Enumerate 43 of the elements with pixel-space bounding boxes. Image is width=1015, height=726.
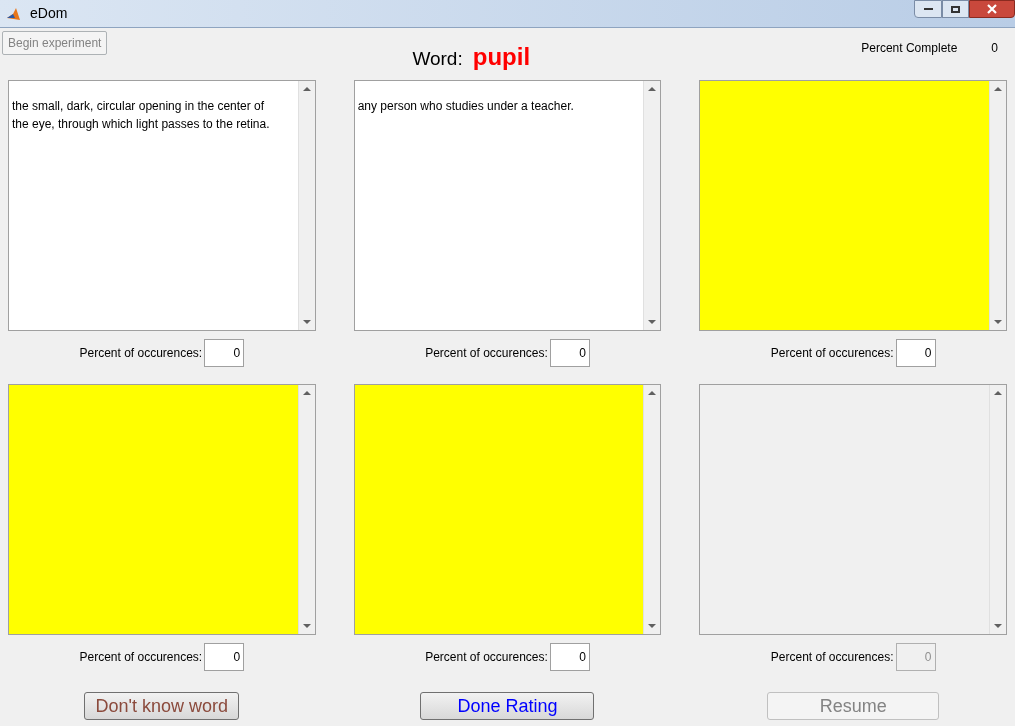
definition-text: any person who studies under a teacher. — [357, 99, 574, 113]
field-label: Percent of occurences: — [425, 345, 548, 362]
maximize-button[interactable] — [942, 0, 969, 18]
scroll-down-icon[interactable] — [994, 624, 1002, 628]
field-label: Percent of occurences: — [770, 345, 894, 362]
scrollbar[interactable] — [297, 81, 315, 330]
scroll-up-icon[interactable] — [994, 87, 1002, 91]
definition-text: the small, dark, circular opening in the center of the eye, through which light passes to the retina. — [12, 99, 270, 131]
scrollbar[interactable] — [989, 81, 1006, 330]
percent-field[interactable]: 0 — [204, 339, 245, 367]
scroll-down-icon[interactable] — [648, 320, 657, 324]
action-button[interactable]: Don't know word — [84, 692, 240, 720]
field-label: Percent of occurences: — [770, 649, 894, 666]
word-label: Word: — [412, 47, 463, 71]
scroll-up-icon[interactable] — [648, 87, 657, 91]
action-button[interactable]: Done Rating — [420, 692, 595, 720]
scrollbar[interactable] — [643, 385, 661, 634]
window-title: eDom — [30, 4, 68, 23]
percent-field[interactable]: 0 — [895, 339, 936, 367]
field-label: Percent of occurences: — [79, 649, 203, 666]
close-icon — [987, 4, 997, 14]
percent-complete-value: 0 — [991, 40, 998, 57]
word-value: pupil — [472, 42, 531, 72]
field-label: Percent of occurences: — [79, 345, 203, 362]
text-area[interactable]: the small, dark, circular opening in the center of the eye, through which light passes to the retina. — [8, 80, 316, 331]
scroll-down-icon[interactable] — [648, 624, 657, 628]
scroll-down-icon[interactable] — [302, 320, 311, 324]
scrollbar[interactable] — [297, 385, 315, 634]
percent-field[interactable]: 0 — [549, 643, 590, 671]
scroll-up-icon[interactable] — [302, 391, 311, 395]
field-label: Percent of occurences: — [425, 649, 548, 666]
scroll-up-icon[interactable] — [302, 87, 311, 91]
close-button[interactable] — [969, 0, 1015, 18]
percent-complete-label: Percent Complete — [861, 40, 958, 57]
scroll-up-icon[interactable] — [994, 391, 1002, 395]
scroll-up-icon[interactable] — [648, 391, 657, 395]
percent-field[interactable]: 0 — [204, 643, 245, 671]
scroll-down-icon[interactable] — [302, 624, 311, 628]
text-area[interactable]: any person who studies under a teacher. — [353, 80, 662, 331]
minimize-button[interactable] — [914, 0, 942, 18]
percent-field[interactable]: 0 — [549, 339, 590, 367]
scrollbar[interactable] — [643, 81, 661, 330]
scroll-down-icon[interactable] — [994, 320, 1002, 324]
